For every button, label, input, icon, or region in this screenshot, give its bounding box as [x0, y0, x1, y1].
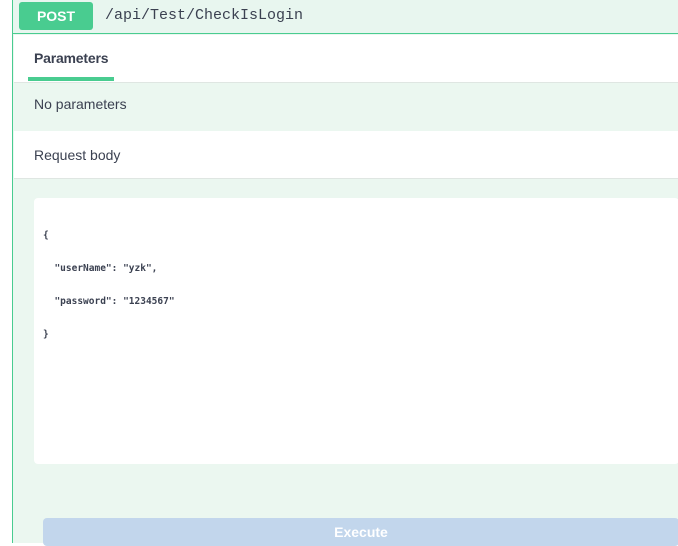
code-line: "userName": "yzk", — [43, 263, 158, 274]
no-parameters-text: No parameters — [34, 96, 127, 112]
endpoint-path: /api/Test/CheckIsLogin — [105, 7, 304, 24]
code-line: { — [43, 230, 49, 241]
parameters-tab-header: Parameters — [14, 35, 678, 83]
code-line: } — [43, 329, 49, 340]
code-line: "password": "1234567" — [43, 296, 175, 307]
tab-parameters[interactable]: Parameters — [34, 50, 108, 66]
request-body-editor[interactable]: { "userName": "yzk", "password": "123456… — [34, 198, 678, 464]
execute-button[interactable]: Execute — [43, 518, 678, 546]
request-body-header: Request body — [14, 131, 678, 179]
active-tab-indicator — [28, 77, 114, 81]
operation-block: POST /api/Test/CheckIsLogin Parameters N… — [12, 0, 678, 546]
method-badge: POST — [19, 2, 93, 30]
operation-summary[interactable]: POST /api/Test/CheckIsLogin — [13, 0, 678, 34]
parameters-section: No parameters — [14, 84, 678, 130]
request-body-label: Request body — [34, 147, 121, 163]
request-body-code: { "userName": "yzk", "password": "123456… — [43, 208, 175, 362]
